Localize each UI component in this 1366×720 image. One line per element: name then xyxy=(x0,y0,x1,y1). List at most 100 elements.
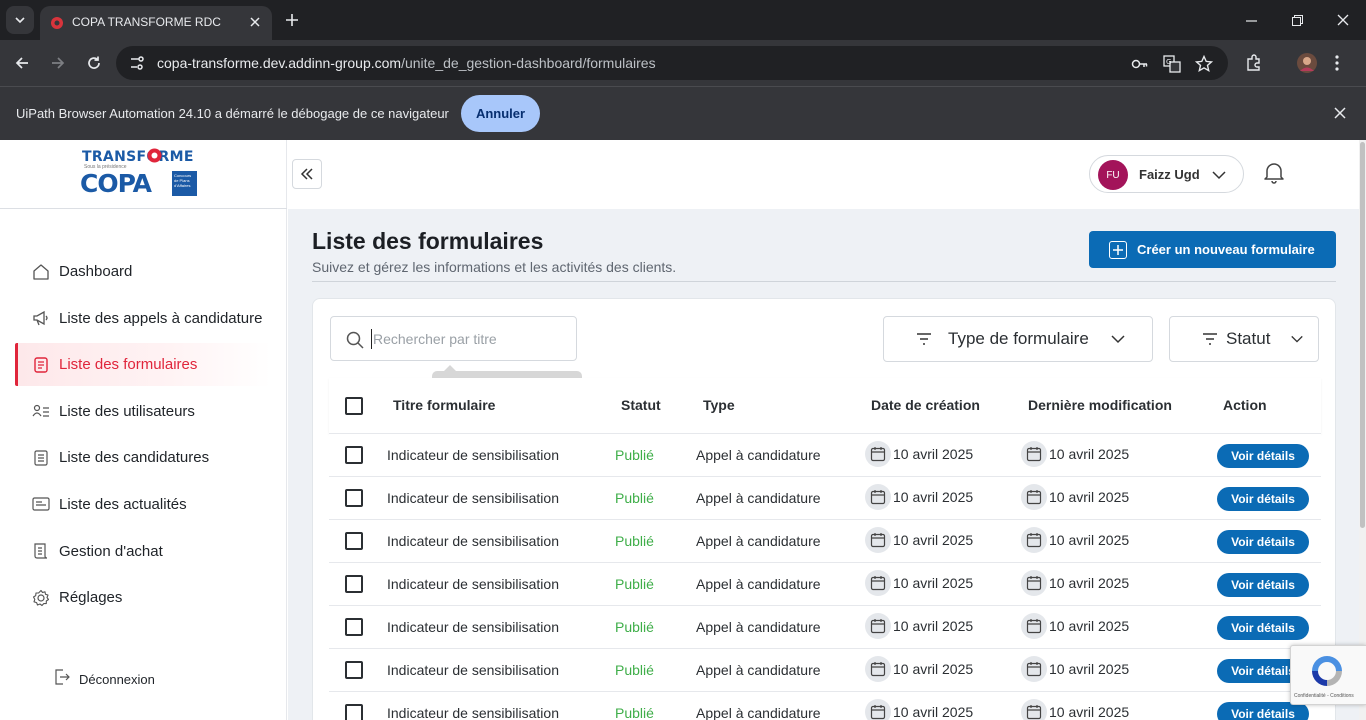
modified-date-text: 10 avril 2025 xyxy=(1049,661,1130,677)
status-badge: Publié xyxy=(615,490,654,506)
table-row[interactable]: Indicateur de sensibilisation Publié App… xyxy=(329,692,1321,720)
logo[interactable]: TRANSFORME Sous la présidence COPA Conco… xyxy=(0,140,287,209)
page-scrollbar[interactable] xyxy=(1359,140,1366,720)
bell-icon[interactable] xyxy=(1262,160,1286,184)
create-form-button[interactable]: Créer un nouveau formulaire xyxy=(1089,231,1336,268)
sidebar-item-news[interactable]: Liste des actualités xyxy=(15,483,271,526)
extensions-button[interactable] xyxy=(1243,52,1265,74)
more-vertical-icon xyxy=(1335,55,1339,71)
sidebar-item-dashboard[interactable]: Dashboard xyxy=(15,250,271,293)
select-all-checkbox[interactable] xyxy=(345,397,363,415)
created-date-text: 10 avril 2025 xyxy=(893,575,974,591)
infobar-close-button[interactable] xyxy=(1332,105,1348,121)
close-window-button[interactable] xyxy=(1333,10,1353,30)
calendar-icon xyxy=(865,570,891,596)
row-checkbox[interactable] xyxy=(345,704,363,720)
close-icon xyxy=(1337,14,1349,26)
home-icon xyxy=(31,262,51,282)
status-filter[interactable]: Statut xyxy=(1169,316,1319,362)
row-title: Indicateur de sensibilisation xyxy=(387,490,559,506)
table-row[interactable]: Indicateur de sensibilisation Publié App… xyxy=(329,520,1321,563)
address-bar[interactable]: copa-transforme.dev.addinn-group.com/uni… xyxy=(116,46,1228,80)
new-tab-button[interactable] xyxy=(282,10,302,30)
created-date-text: 10 avril 2025 xyxy=(893,489,974,505)
recaptcha-icon xyxy=(1312,656,1342,686)
search-box[interactable] xyxy=(330,316,577,361)
modified-date-text: 10 avril 2025 xyxy=(1049,532,1130,548)
view-details-button[interactable]: Voir détails xyxy=(1217,530,1309,554)
column-header-title[interactable]: Titre formulaire xyxy=(393,397,495,413)
status-badge: Publié xyxy=(615,619,654,635)
forward-button[interactable] xyxy=(47,52,69,74)
translate-icon[interactable]: G xyxy=(1162,54,1182,74)
status-badge: Publié xyxy=(615,533,654,549)
status-badge: Publié xyxy=(615,447,654,463)
minimize-button[interactable] xyxy=(1241,10,1261,30)
view-details-button[interactable]: Voir détails xyxy=(1217,616,1309,640)
row-checkbox[interactable] xyxy=(345,661,363,679)
calendar-icon xyxy=(1021,441,1047,467)
table-row[interactable]: Indicateur de sensibilisation Publié App… xyxy=(329,606,1321,649)
column-header-modified[interactable]: Dernière modification xyxy=(1028,397,1172,413)
tab-close-button[interactable] xyxy=(246,13,264,31)
sidebar-item-forms[interactable]: Liste des formulaires xyxy=(15,343,271,387)
profile-avatar[interactable] xyxy=(1296,52,1318,74)
cancel-debugging-button[interactable]: Annuler xyxy=(461,95,540,132)
created-date-text: 10 avril 2025 xyxy=(893,661,974,677)
logo-box: Concours de Plans d'Affaires xyxy=(172,171,197,196)
view-details-button[interactable]: Voir détails xyxy=(1217,487,1309,511)
browser-menu-button[interactable] xyxy=(1326,52,1348,74)
row-type: Appel à candidature xyxy=(696,533,821,549)
view-details-button[interactable]: Voir détails xyxy=(1217,573,1309,597)
sidebar-item-applications[interactable]: Liste des candidatures xyxy=(15,436,271,479)
row-created-date: 10 avril 2025 xyxy=(865,484,973,510)
search-input[interactable] xyxy=(371,329,566,349)
browser-tab[interactable]: COPA TRANSFORME RDC xyxy=(40,6,272,40)
column-header-created[interactable]: Date de création xyxy=(871,397,980,413)
row-checkbox[interactable] xyxy=(345,446,363,464)
sidebar-item-label: Liste des candidatures xyxy=(59,449,210,467)
user-menu[interactable]: FU Faizz Ugd xyxy=(1089,155,1244,193)
table-row[interactable]: Indicateur de sensibilisation Publié App… xyxy=(329,477,1321,520)
gear-logo-icon xyxy=(147,148,162,163)
bookmark-star-icon[interactable] xyxy=(1194,54,1214,74)
sidebar-item-users[interactable]: Liste des utilisateurs xyxy=(15,390,271,433)
sidebar-item-calls[interactable]: Liste des appels à candidature xyxy=(15,297,271,340)
user-name: Faizz Ugd xyxy=(1139,167,1200,182)
restore-button[interactable] xyxy=(1287,10,1307,30)
tab-search-button[interactable] xyxy=(6,6,34,34)
reload-button[interactable] xyxy=(83,52,105,74)
table-row[interactable]: Indicateur de sensibilisation Publié App… xyxy=(329,649,1321,692)
divider xyxy=(312,281,1336,282)
recaptcha-links[interactable]: Confidentialité - Conditions xyxy=(1294,693,1354,699)
column-header-status[interactable]: Statut xyxy=(621,397,661,413)
password-key-icon[interactable] xyxy=(1130,54,1150,74)
sidebar-item-label: Liste des utilisateurs xyxy=(59,402,195,420)
row-checkbox[interactable] xyxy=(345,489,363,507)
app: TRANSFORME Sous la présidence COPA Conco… xyxy=(0,140,1366,720)
table-body: Indicateur de sensibilisation Publié App… xyxy=(329,434,1321,720)
column-header-type[interactable]: Type xyxy=(703,397,735,413)
row-type: Appel à candidature xyxy=(696,576,821,592)
logout-button[interactable]: Déconnexion xyxy=(53,668,155,691)
scrollbar-thumb[interactable] xyxy=(1360,142,1365,528)
row-modified-date: 10 avril 2025 xyxy=(1021,570,1129,596)
created-date-text: 10 avril 2025 xyxy=(893,704,974,720)
column-header-action: Action xyxy=(1223,397,1267,413)
document-icon xyxy=(31,448,51,468)
form-type-filter[interactable]: Type de formulaire xyxy=(883,316,1153,362)
view-details-button[interactable]: Voir détails xyxy=(1217,444,1309,468)
table-row[interactable]: Indicateur de sensibilisation Publié App… xyxy=(329,434,1321,477)
collapse-sidebar-button[interactable] xyxy=(292,159,322,189)
site-settings-icon[interactable] xyxy=(128,54,146,72)
row-checkbox[interactable] xyxy=(345,575,363,593)
row-checkbox[interactable] xyxy=(345,532,363,550)
news-icon xyxy=(31,494,51,514)
sidebar-item-purchases[interactable]: Gestion d'achat xyxy=(15,530,271,573)
table-row[interactable]: Indicateur de sensibilisation Publié App… xyxy=(329,563,1321,606)
back-button[interactable] xyxy=(11,52,33,74)
sidebar-item-settings[interactable]: Réglages xyxy=(15,576,271,619)
recaptcha-badge[interactable]: Confidentialité - Conditions xyxy=(1290,645,1366,705)
calendar-icon xyxy=(1021,656,1047,682)
row-checkbox[interactable] xyxy=(345,618,363,636)
